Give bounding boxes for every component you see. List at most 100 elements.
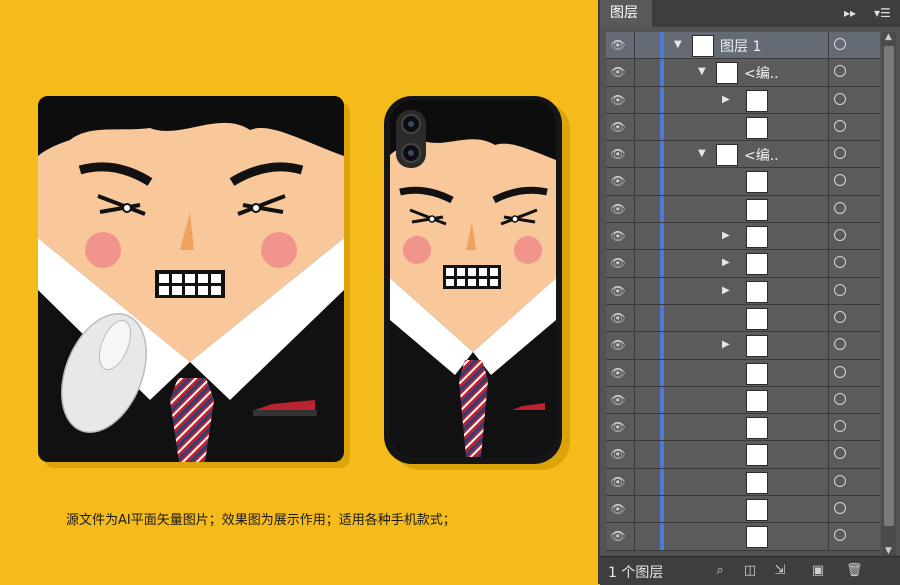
lock-toggle[interactable] xyxy=(634,277,662,304)
scroll-up-icon[interactable]: ▲ xyxy=(885,32,892,42)
layer-row[interactable]: 👁 ▶ xyxy=(606,332,880,360)
lock-toggle[interactable] xyxy=(634,523,662,550)
target-circle-icon[interactable] xyxy=(834,201,846,214)
visibility-eye-icon[interactable]: 👁 xyxy=(610,392,626,408)
target-circle-icon[interactable] xyxy=(834,256,846,269)
layer-list-scrollbar[interactable]: ▲ ▼ xyxy=(882,32,896,556)
target-circle-icon[interactable] xyxy=(834,229,846,242)
collapse-triangle-icon[interactable]: ▼ xyxy=(698,148,706,159)
layer-row[interactable]: 👁 ▶ xyxy=(606,250,880,278)
layer-name[interactable]: <编.. xyxy=(744,63,779,83)
layer-row[interactable]: 👁 ▶ xyxy=(606,223,880,251)
target-circle-icon[interactable] xyxy=(834,147,846,160)
locate-object-icon[interactable]: ⌕ xyxy=(712,563,728,579)
panel-menu-icon[interactable]: ▾☰ xyxy=(874,6,891,20)
lock-toggle[interactable] xyxy=(634,359,662,386)
layer-row[interactable]: 👁 xyxy=(606,523,880,551)
target-circle-icon[interactable] xyxy=(834,392,846,405)
lock-toggle[interactable] xyxy=(634,468,662,496)
visibility-eye-icon[interactable]: 👁 xyxy=(610,419,626,435)
layer-row[interactable]: 👁 ▶ xyxy=(606,86,880,114)
target-circle-icon[interactable] xyxy=(834,420,846,433)
lock-toggle[interactable] xyxy=(634,168,662,195)
target-circle-icon[interactable] xyxy=(834,283,846,296)
lock-toggle[interactable] xyxy=(634,86,662,113)
lock-toggle[interactable] xyxy=(634,414,662,441)
layer-name[interactable]: <编.. xyxy=(744,145,779,165)
collapse-triangle-icon[interactable]: ▼ xyxy=(674,39,682,50)
layer-row[interactable]: 👁 xyxy=(606,359,880,387)
lock-toggle[interactable] xyxy=(634,141,662,168)
visibility-eye-icon[interactable]: 👁 xyxy=(610,37,626,53)
layer-name[interactable]: 图层 1 xyxy=(720,36,761,56)
target-circle-icon[interactable] xyxy=(834,338,846,351)
delete-layer-icon[interactable]: 🗑 xyxy=(846,563,863,579)
target-circle-icon[interactable] xyxy=(834,38,846,50)
layer-color-bar xyxy=(660,223,664,250)
lock-toggle[interactable] xyxy=(634,195,662,223)
lock-toggle[interactable] xyxy=(634,386,662,414)
visibility-eye-icon[interactable]: 👁 xyxy=(610,173,626,189)
lock-toggle[interactable] xyxy=(634,59,662,86)
lock-toggle[interactable] xyxy=(634,304,662,332)
target-circle-icon[interactable] xyxy=(834,174,846,187)
new-sublayer-icon[interactable]: ⇲ xyxy=(772,563,788,579)
lock-toggle[interactable] xyxy=(634,250,662,277)
layer-row[interactable]: 👁 ▼ 图层 1 xyxy=(606,32,880,60)
target-circle-icon[interactable] xyxy=(834,474,846,487)
layer-row[interactable]: 👁 xyxy=(606,304,880,333)
target-circle-icon[interactable] xyxy=(834,447,846,460)
visibility-eye-icon[interactable]: 👁 xyxy=(610,446,626,462)
layer-row[interactable]: 👁 xyxy=(606,496,880,524)
visibility-eye-icon[interactable]: 👁 xyxy=(610,119,626,135)
tab-layers[interactable]: 图层 xyxy=(600,0,653,27)
lock-toggle[interactable] xyxy=(634,113,662,141)
collapse-panel-icon[interactable]: ▸▸ xyxy=(844,6,856,20)
layer-row[interactable]: 👁 xyxy=(606,414,880,442)
expand-triangle-icon[interactable]: ▶ xyxy=(722,94,730,105)
expand-triangle-icon[interactable]: ▶ xyxy=(722,285,730,296)
visibility-eye-icon[interactable]: 👁 xyxy=(610,64,626,80)
layer-row[interactable]: 👁 xyxy=(606,168,880,196)
visibility-eye-icon[interactable]: 👁 xyxy=(610,201,626,217)
layer-row[interactable]: 👁 xyxy=(606,113,880,142)
lock-toggle[interactable] xyxy=(634,332,662,359)
layer-row[interactable]: 👁 ▼ <编.. xyxy=(606,59,880,87)
lock-toggle[interactable] xyxy=(634,223,662,250)
scroll-down-icon[interactable]: ▼ xyxy=(885,546,892,556)
lock-toggle[interactable] xyxy=(634,441,662,468)
visibility-eye-icon[interactable]: 👁 xyxy=(610,283,626,299)
target-circle-icon[interactable] xyxy=(834,92,846,105)
target-circle-icon[interactable] xyxy=(834,119,846,132)
layer-row[interactable]: 👁 xyxy=(606,441,880,469)
target-circle-icon[interactable] xyxy=(834,365,846,378)
visibility-eye-icon[interactable]: 👁 xyxy=(610,255,626,271)
target-circle-icon[interactable] xyxy=(834,310,846,323)
lock-toggle[interactable] xyxy=(634,496,662,523)
visibility-eye-icon[interactable]: 👁 xyxy=(610,146,626,162)
visibility-eye-icon[interactable]: 👁 xyxy=(610,365,626,381)
visibility-eye-icon[interactable]: 👁 xyxy=(610,528,626,544)
visibility-eye-icon[interactable]: 👁 xyxy=(610,474,626,490)
expand-triangle-icon[interactable]: ▶ xyxy=(722,339,730,350)
expand-triangle-icon[interactable]: ▶ xyxy=(722,230,730,241)
layer-row[interactable]: 👁 xyxy=(606,195,880,224)
clipping-mask-icon[interactable]: ◫ xyxy=(742,563,758,579)
visibility-eye-icon[interactable]: 👁 xyxy=(610,92,626,108)
layer-row[interactable]: 👁 ▼ <编.. xyxy=(606,141,880,169)
target-circle-icon[interactable] xyxy=(834,65,846,78)
visibility-eye-icon[interactable]: 👁 xyxy=(610,501,626,517)
new-layer-icon[interactable]: ▣ xyxy=(810,563,826,579)
visibility-eye-icon[interactable]: 👁 xyxy=(610,310,626,326)
lock-toggle[interactable] xyxy=(634,32,662,59)
layer-row[interactable]: 👁 xyxy=(606,468,880,497)
visibility-eye-icon[interactable]: 👁 xyxy=(610,228,626,244)
target-circle-icon[interactable] xyxy=(834,502,846,515)
layer-row[interactable]: 👁 xyxy=(606,386,880,415)
visibility-eye-icon[interactable]: 👁 xyxy=(610,337,626,353)
scrollbar-thumb[interactable] xyxy=(884,46,894,526)
collapse-triangle-icon[interactable]: ▼ xyxy=(698,66,706,77)
layer-row[interactable]: 👁 ▶ xyxy=(606,277,880,305)
expand-triangle-icon[interactable]: ▶ xyxy=(722,257,730,268)
target-circle-icon[interactable] xyxy=(834,529,846,542)
